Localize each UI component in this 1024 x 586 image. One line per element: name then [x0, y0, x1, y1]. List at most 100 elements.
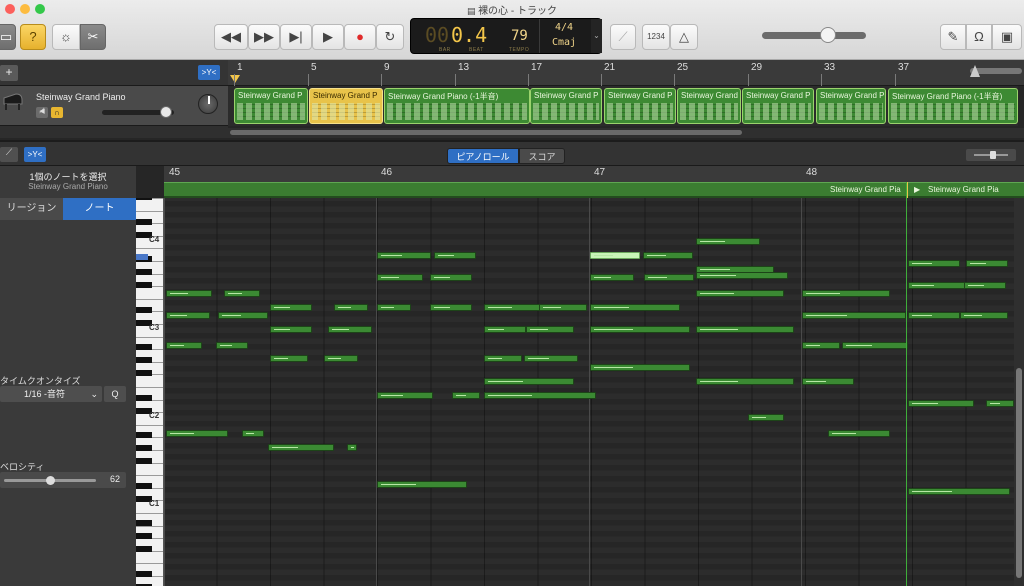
playhead-marker-icon[interactable] — [230, 72, 240, 83]
velocity-knob[interactable] — [46, 476, 55, 485]
master-volume-knob[interactable] — [820, 27, 836, 43]
black-key[interactable] — [136, 571, 152, 577]
tuner-button[interactable]: ⟋ — [610, 24, 636, 50]
midi-note[interactable] — [166, 290, 212, 297]
cycle-button[interactable]: ↻ — [376, 24, 404, 50]
rewind-button[interactable]: ◀◀ — [214, 24, 248, 50]
record-button[interactable]: ● — [344, 24, 376, 50]
midi-note[interactable] — [828, 430, 890, 437]
midi-note[interactable] — [643, 252, 693, 259]
editor-zoom-slider[interactable] — [966, 149, 1016, 161]
midi-note[interactable] — [842, 342, 908, 349]
quantize-select[interactable]: 1/16 -音符 ⌄ — [0, 386, 102, 402]
editor-ruler[interactable]: 45 46 47 48 — [164, 166, 1024, 182]
track-header-piano[interactable]: Steinway Grand Piano ◀̸ ∩ — [0, 86, 228, 126]
pencil-tool-button[interactable]: ⟋ — [0, 147, 18, 162]
black-key[interactable] — [136, 269, 152, 275]
midi-note[interactable] — [986, 400, 1014, 407]
black-key[interactable] — [136, 483, 152, 489]
midi-note[interactable] — [526, 326, 574, 333]
midi-note[interactable] — [696, 326, 794, 333]
track-volume-knob[interactable] — [160, 106, 172, 118]
midi-note[interactable] — [484, 304, 546, 311]
lcd-menu-chevron-icon[interactable]: ⌄ — [591, 19, 602, 53]
tab-piano-roll[interactable]: ピアノロール — [447, 148, 519, 164]
black-key[interactable] — [136, 219, 152, 225]
midi-note[interactable] — [908, 400, 974, 407]
black-key[interactable] — [136, 520, 152, 526]
midi-note[interactable] — [908, 282, 966, 289]
key-signature[interactable]: Cmaj — [552, 37, 576, 48]
track-region[interactable]: Steinway Grand P — [816, 88, 886, 124]
lcd-display[interactable]: 00 0.4 BAR BEAT 79 TEMPO 4/4 Cmaj ⌄ — [410, 18, 602, 54]
loop-browser-button[interactable]: Ω — [966, 24, 992, 50]
midi-note[interactable] — [696, 378, 794, 385]
midi-note[interactable] — [590, 304, 680, 311]
midi-note[interactable] — [377, 304, 411, 311]
midi-note[interactable] — [908, 488, 1010, 495]
track-region[interactable]: Steinway Grand P — [604, 88, 676, 124]
black-key[interactable] — [136, 533, 152, 539]
editor-region-strip[interactable]: Steinway Grand Pia ▶ Steinway Grand Pia — [164, 182, 1024, 198]
metronome-button[interactable]: △ — [670, 24, 698, 50]
midi-note[interactable] — [270, 326, 312, 333]
notepad-button[interactable]: ✎ — [940, 24, 966, 50]
track-region[interactable]: Steinway Grand P — [530, 88, 602, 124]
midi-note[interactable] — [166, 312, 210, 319]
catch-playhead-button[interactable]: >Y< — [198, 65, 220, 80]
track-lane[interactable]: Steinway Grand P Steinway Grand P Steinway… — [228, 86, 1018, 126]
black-key[interactable] — [136, 198, 152, 200]
midi-note[interactable] — [270, 304, 312, 311]
midi-note[interactable] — [484, 392, 596, 399]
midi-note[interactable] — [696, 272, 788, 279]
midi-note[interactable] — [590, 326, 690, 333]
master-volume-slider[interactable] — [762, 32, 866, 39]
time-signature[interactable]: 4/4 — [555, 22, 573, 33]
quantize-button[interactable]: Q — [104, 386, 126, 402]
tab-note[interactable]: ノート — [63, 198, 136, 220]
track-region[interactable]: Steinway Grand Piano (-1半音) — [384, 88, 530, 124]
midi-note[interactable] — [590, 364, 690, 371]
midi-note[interactable] — [166, 342, 202, 349]
midi-note[interactable] — [484, 326, 526, 333]
midi-note[interactable] — [802, 378, 854, 385]
tempo-value[interactable]: 79 — [511, 28, 528, 44]
editor-catch-button[interactable]: >Y< — [24, 147, 46, 162]
black-key[interactable] — [136, 370, 152, 376]
midi-note[interactable] — [802, 342, 840, 349]
zoom-slider-knob[interactable] — [970, 64, 980, 77]
midi-note[interactable] — [966, 260, 1008, 267]
track-region[interactable]: Steinway Grand P — [742, 88, 814, 124]
black-key[interactable] — [136, 282, 152, 288]
midi-note[interactable] — [644, 274, 694, 281]
midi-note[interactable] — [224, 290, 260, 297]
black-key[interactable] — [136, 395, 152, 401]
tracks-scroll-thumb[interactable] — [230, 130, 742, 135]
midi-note[interactable] — [377, 392, 433, 399]
midi-note[interactable] — [802, 312, 906, 319]
black-key[interactable] — [136, 546, 152, 552]
tracks-horizontal-scrollbar[interactable] — [228, 128, 1024, 138]
midi-note[interactable] — [270, 355, 308, 362]
forward-button[interactable]: ▶▶ — [248, 24, 280, 50]
midi-note[interactable] — [484, 355, 522, 362]
midi-note[interactable] — [242, 430, 264, 437]
track-region[interactable]: Steinway Grand P — [309, 88, 383, 124]
midi-note[interactable] — [960, 312, 1008, 319]
midi-note[interactable] — [524, 355, 578, 362]
midi-note[interactable] — [964, 282, 1006, 289]
mute-button[interactable]: ◀̸ — [36, 107, 48, 118]
tab-score[interactable]: スコア — [519, 148, 565, 164]
midi-note[interactable] — [334, 304, 368, 311]
track-region[interactable]: Steinway Grand P — [234, 88, 308, 124]
piano-keyboard[interactable]: C4 C3 C2 C1 — [136, 198, 164, 586]
library-button[interactable]: ▭ — [0, 24, 16, 50]
black-key[interactable] — [136, 307, 152, 313]
midi-note[interactable] — [434, 252, 476, 259]
headphones-button[interactable]: ∩ — [51, 107, 63, 118]
black-key[interactable] — [136, 458, 152, 464]
media-browser-button[interactable]: ▣ — [992, 24, 1022, 50]
midi-note[interactable] — [590, 274, 634, 281]
go-to-end-button[interactable]: ▶| — [280, 24, 312, 50]
midi-note[interactable] — [484, 378, 574, 385]
